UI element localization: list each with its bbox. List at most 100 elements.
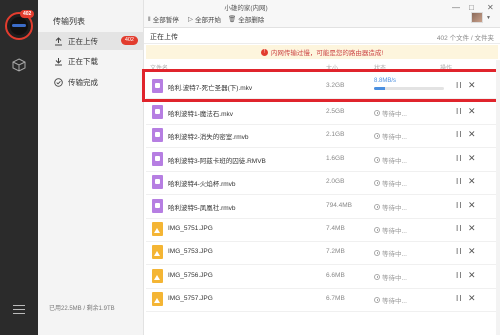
delete-all-button[interactable]: 🗑 全部删除 — [228, 14, 264, 24]
file-name: 哈利波特2-消失的密室.rmvb — [168, 134, 249, 142]
trash-icon: 🗑 — [228, 16, 237, 23]
pause-row-button[interactable]: II — [456, 107, 462, 116]
warning-text: 内网传输过慢，可能是您的路由器造成! — [270, 50, 384, 57]
section-header: 正在上传 402 个文件 / 文件夹 — [144, 28, 500, 44]
status-text: 等待中... — [382, 251, 407, 259]
cancel-row-button[interactable]: ✕ — [468, 129, 476, 140]
file-count: 402 个文件 / 文件夹 — [436, 35, 494, 42]
file-status: 等待中... — [374, 155, 407, 165]
delete-all-label: 全部删除 — [238, 17, 265, 24]
cancel-row-button[interactable]: ✕ — [468, 246, 476, 257]
avatar-badge: 402 — [20, 10, 35, 18]
sidebar-item-downloading[interactable]: 正在下载 — [38, 52, 144, 70]
file-name: 哈利波特3-阿兹卡班的囚徒.RMVB — [168, 157, 266, 165]
avatar-logo — [12, 24, 26, 27]
cancel-row-button[interactable]: ✕ — [468, 223, 476, 234]
pause-row-button[interactable]: II — [456, 224, 462, 233]
file-size: 6.6MB — [326, 271, 345, 279]
status-text: 等待中... — [382, 298, 407, 306]
status-text: 等待中... — [382, 228, 407, 235]
file-size: 2.1GB — [326, 131, 345, 139]
pause-row-button[interactable]: II — [456, 294, 462, 303]
file-name: IMG_5751.JPG — [168, 225, 213, 232]
video-file-icon — [152, 128, 163, 143]
sidebar-item-completed[interactable]: 传输完成 — [38, 73, 144, 91]
table-row[interactable]: 哈利波特1-魔法石.mkv 2.5GB 等待中... II ✕ — [146, 99, 498, 125]
file-name: IMG_5757.JPG — [168, 295, 213, 303]
status-text: 等待中... — [382, 274, 407, 282]
file-name: IMG_5756.JPG — [168, 271, 213, 279]
check-circle-icon — [53, 77, 63, 87]
menu-icon[interactable] — [13, 305, 25, 317]
cancel-row-button[interactable]: ✕ — [468, 153, 476, 164]
file-name: IMG_5753.JPG — [168, 248, 213, 256]
table-row[interactable]: 哈利波特4-火焰杯.rmvb 2.0GB 等待中... II ✕ — [146, 169, 498, 196]
clock-icon — [374, 227, 380, 233]
close-window-button[interactable]: ✕ — [487, 3, 494, 12]
play-icon: ▷ — [188, 16, 193, 23]
image-file-icon — [152, 222, 163, 236]
status-text: 等待中... — [382, 134, 407, 142]
clock-icon — [374, 250, 380, 257]
storage-usage: 已用22.5MB / 剩余1.9TB — [49, 306, 115, 312]
file-size: 2.5GB — [326, 108, 345, 115]
chevron-down-icon[interactable]: ▼ — [486, 15, 491, 21]
pause-row-button[interactable]: II — [456, 201, 462, 210]
download-icon — [53, 56, 63, 66]
clock-icon — [374, 297, 380, 304]
table-row[interactable]: IMG_5757.JPG 6.7MB 等待中... II ✕ — [146, 286, 498, 313]
section-title: 正在上传 — [150, 34, 178, 41]
video-file-icon — [152, 175, 163, 190]
maximize-button[interactable]: □ — [469, 3, 474, 12]
scrollbar[interactable] — [496, 60, 500, 335]
file-size: 7.2MB — [326, 248, 345, 256]
table-row[interactable]: IMG_5756.JPG 6.6MB 等待中... II ✕ — [146, 263, 498, 289]
table-row[interactable]: 哈利波特5-凤凰社.rmvb 794.4MB 等待中... II ✕ — [146, 193, 498, 219]
pause-row-button[interactable]: II — [456, 247, 462, 256]
table-row[interactable]: 哈利波特3-阿兹卡班的囚徒.RMVB 1.6GB 等待中... II ✕ — [146, 146, 498, 172]
pause-row-button[interactable]: II — [456, 154, 462, 163]
window-title: 小雄的家(内网) — [224, 5, 268, 12]
sidebar-item-label: 正在下载 — [68, 56, 98, 66]
highlight-box — [142, 69, 500, 102]
cancel-row-button[interactable]: ✕ — [468, 270, 476, 281]
cancel-row-button[interactable]: ✕ — [468, 200, 476, 211]
sidebar-item-label: 正在上传 — [68, 36, 98, 46]
cancel-row-button[interactable]: ✕ — [468, 293, 476, 304]
pause-all-button[interactable]: ‖ 全部暂停 — [148, 14, 179, 25]
file-size: 6.7MB — [326, 295, 345, 303]
file-name: 哈利波特5-凤凰社.rmvb — [168, 204, 236, 212]
video-file-icon — [152, 105, 163, 119]
upload-icon — [53, 36, 63, 46]
start-all-button[interactable]: ▷ 全部开始 — [188, 14, 221, 24]
pause-all-label: 全部暂停 — [152, 17, 179, 24]
upload-count-badge: 402 — [120, 36, 138, 45]
clock-icon — [374, 133, 380, 140]
file-size: 2.0GB — [326, 178, 345, 186]
file-status: 等待中... — [374, 178, 407, 188]
pause-row-button[interactable]: II — [456, 271, 462, 280]
file-status: 等待中... — [374, 272, 407, 282]
cube-icon[interactable] — [12, 58, 26, 72]
file-status: 等待中... — [374, 131, 407, 141]
file-status: 等待中... — [374, 248, 407, 258]
clock-icon — [374, 110, 380, 116]
table-row[interactable]: IMG_5751.JPG 7.4MB 等待中... II ✕ — [146, 216, 498, 242]
table-row[interactable]: IMG_5753.JPG 7.2MB 等待中... II ✕ — [146, 239, 498, 266]
pause-row-button[interactable]: II — [456, 130, 462, 139]
table-row[interactable]: 哈利波特2-消失的密室.rmvb 2.1GB 等待中... II ✕ — [146, 122, 498, 149]
file-size: 1.6GB — [326, 154, 345, 162]
sidebar-item-uploading[interactable]: 正在上传 402 — [38, 32, 144, 50]
cancel-row-button[interactable]: ✕ — [468, 106, 476, 117]
alert-icon: ! — [260, 48, 268, 56]
status-text: 等待中... — [382, 157, 407, 165]
clock-icon — [374, 203, 380, 210]
cancel-row-button[interactable]: ✕ — [468, 176, 476, 187]
image-file-icon — [152, 268, 163, 283]
warning-banner[interactable]: ! 内网传输过慢，可能是您的路由器造成! — [146, 45, 498, 59]
file-status: 等待中... — [374, 295, 407, 305]
minimize-button[interactable]: — — [452, 3, 460, 12]
file-size: 7.4MB — [326, 225, 345, 232]
account-avatar[interactable] — [471, 12, 483, 23]
pause-row-button[interactable]: II — [456, 177, 462, 186]
